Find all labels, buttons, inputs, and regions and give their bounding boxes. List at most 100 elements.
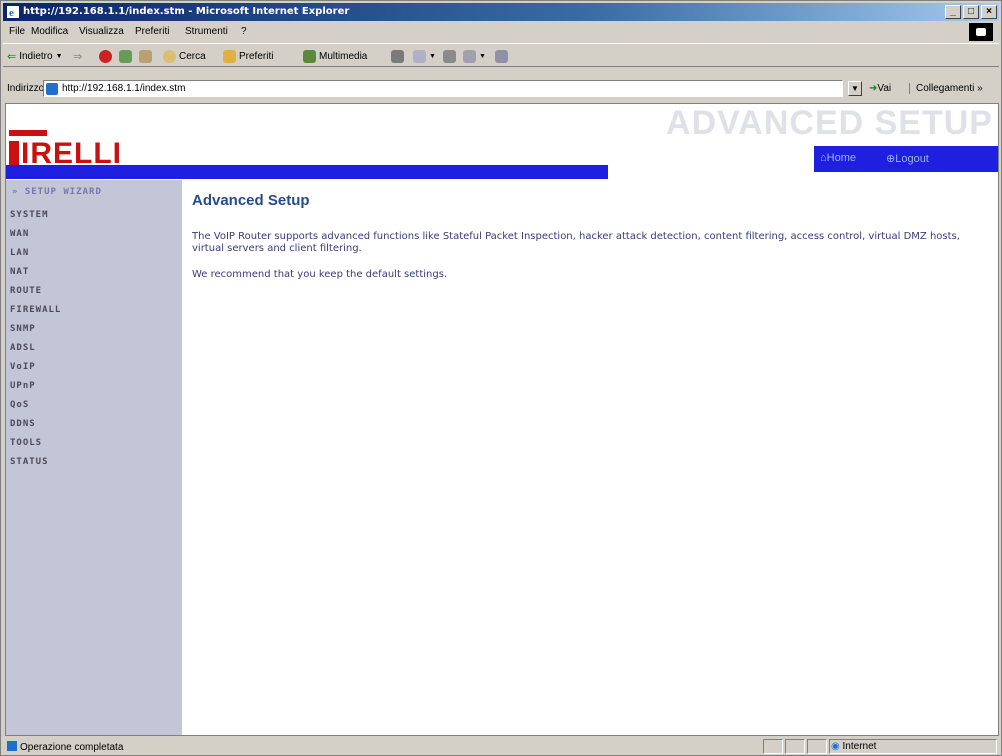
- menu-modifica[interactable]: Modifica: [31, 26, 68, 37]
- chevron-down-icon: ▼: [479, 53, 486, 60]
- mail-button[interactable]: ▼: [413, 49, 436, 64]
- internet-explorer-icon: e: [7, 6, 19, 19]
- sidebar-item-wan[interactable]: WAN: [10, 229, 29, 239]
- address-label: Indirizzo: [7, 83, 45, 94]
- address-value: http://192.168.1.1/index.stm: [62, 83, 186, 94]
- menu-visualizza[interactable]: Visualizza: [79, 26, 124, 37]
- logo-p-stem: [9, 141, 19, 165]
- security-zone: ◉ Internet: [831, 741, 876, 752]
- discuss-button[interactable]: [495, 49, 508, 64]
- history-icon: [391, 50, 404, 63]
- sidebar-item-adsl[interactable]: ADSL: [10, 343, 36, 353]
- sidebar-item-tools[interactable]: TOOLS: [10, 438, 42, 448]
- main-content: Advanced Setup The VoIP Router supports …: [192, 192, 992, 295]
- address-dropdown-button[interactable]: ▼: [848, 81, 862, 96]
- page-title: Advanced Setup: [192, 192, 310, 209]
- edit-button[interactable]: ▼: [463, 49, 486, 64]
- forward-button[interactable]: ⇒: [73, 49, 82, 64]
- logout-link[interactable]: ⊕Logout: [886, 152, 929, 165]
- status-bar: Operazione completata ◉ Internet: [3, 738, 999, 755]
- menu-bar: File Modifica Visualizza Preferiti Strum…: [3, 23, 999, 41]
- minimize-button[interactable]: _: [945, 5, 961, 19]
- sidebar-item-setup-wizard[interactable]: » SETUP WIZARD: [12, 187, 102, 197]
- home-button[interactable]: [139, 49, 152, 64]
- go-label: Vai: [877, 83, 892, 94]
- back-arrow-icon: ⇐: [7, 51, 17, 63]
- search-label: Cerca: [179, 51, 206, 62]
- search-button[interactable]: Cerca: [163, 49, 206, 64]
- refresh-button[interactable]: [119, 49, 132, 64]
- maximize-button[interactable]: □: [963, 5, 979, 19]
- address-input[interactable]: http://192.168.1.1/index.stm: [43, 80, 843, 97]
- toolbar: ⇐ Indietro ▼ ⇒ Cerca Preferiti Multimedi…: [3, 43, 999, 67]
- web-page: IRELLI ADVANCED SETUP ⌂Home ⊕Logout » SE…: [5, 103, 999, 736]
- sidebar-item-voip[interactable]: VoIP: [10, 362, 36, 372]
- refresh-icon: [119, 50, 132, 63]
- sidebar-item-route[interactable]: ROUTE: [10, 286, 42, 296]
- menu-preferiti[interactable]: Preferiti: [135, 26, 169, 37]
- close-button[interactable]: ×: [981, 5, 997, 19]
- menu-strumenti[interactable]: Strumenti: [185, 26, 228, 37]
- favorites-icon: [223, 50, 236, 63]
- home-label: Home: [826, 152, 856, 164]
- mail-icon: [413, 50, 426, 63]
- status-text: Operazione completata: [7, 741, 123, 753]
- chevron-down-icon: ▼: [429, 53, 436, 60]
- browser-window: e http://192.168.1.1/index.stm - Microso…: [0, 0, 1002, 756]
- print-icon: [443, 50, 456, 63]
- menu-help[interactable]: ?: [241, 26, 247, 37]
- history-button[interactable]: [391, 49, 404, 64]
- zone-label: Internet: [842, 741, 877, 752]
- sidebar-item-firewall[interactable]: FIREWALL: [10, 305, 61, 315]
- favorites-label: Preferiti: [239, 51, 274, 62]
- home-icon: [139, 50, 152, 63]
- discuss-icon: [495, 50, 508, 63]
- media-button[interactable]: Multimedia: [303, 49, 367, 64]
- sidebar-item-nat[interactable]: NAT: [10, 267, 29, 277]
- status-cell: [807, 739, 827, 754]
- sidebar-item-lan[interactable]: LAN: [10, 248, 29, 258]
- page-icon: [46, 83, 58, 95]
- windows-logo-icon: [969, 23, 993, 41]
- sidebar-item-snmp[interactable]: SNMP: [10, 324, 36, 334]
- status-cell: [785, 739, 805, 754]
- banner-title: ADVANCED SETUP: [666, 104, 993, 142]
- status-label: Operazione completata: [20, 742, 124, 753]
- page-done-icon: [7, 741, 17, 751]
- address-bar: Indirizzo http://192.168.1.1/index.stm ▼…: [3, 79, 999, 99]
- window-title: http://192.168.1.1/index.stm - Microsoft…: [23, 6, 350, 17]
- description-text: The VoIP Router supports advanced functi…: [192, 231, 960, 254]
- stop-icon: [99, 50, 112, 63]
- menu-file[interactable]: File: [9, 26, 25, 37]
- stop-button[interactable]: [99, 49, 112, 64]
- chevron-down-icon: ▼: [55, 53, 63, 60]
- sidebar: » SETUP WIZARD SYSTEM WAN LAN NAT ROUTE …: [6, 180, 182, 735]
- media-label: Multimedia: [319, 51, 368, 62]
- forward-arrow-icon: ⇒: [73, 51, 83, 63]
- edit-icon: [463, 50, 476, 63]
- window-controls: _ □ ×: [945, 5, 997, 19]
- print-button[interactable]: [443, 49, 456, 64]
- sidebar-item-ddns[interactable]: DDNS: [10, 419, 36, 429]
- sidebar-item-system[interactable]: SYSTEM: [10, 210, 49, 220]
- status-cell: [763, 739, 783, 754]
- home-icon: ⌂: [820, 152, 827, 164]
- header-divider: [6, 165, 608, 179]
- back-button[interactable]: ⇐ Indietro ▼: [7, 49, 63, 64]
- top-navigation: ⌂Home ⊕Logout: [814, 146, 998, 172]
- go-button[interactable]: ➜Vai: [869, 83, 891, 94]
- search-icon: [163, 50, 176, 63]
- svg-text:e: e: [9, 7, 14, 19]
- logout-label: Logout: [895, 153, 929, 165]
- sidebar-item-status[interactable]: STATUS: [10, 457, 49, 467]
- back-label: Indietro: [19, 51, 53, 62]
- media-icon: [303, 50, 316, 63]
- title-bar[interactable]: e http://192.168.1.1/index.stm - Microso…: [3, 3, 999, 21]
- sidebar-item-upnp[interactable]: UPnP: [10, 381, 36, 391]
- links-button[interactable]: Collegamenti »: [909, 83, 983, 94]
- home-link[interactable]: ⌂Home: [820, 152, 856, 164]
- logo-p-bar: [9, 130, 47, 136]
- sidebar-item-qos[interactable]: QoS: [10, 400, 29, 410]
- logout-icon: ⊕: [886, 153, 896, 165]
- favorites-button[interactable]: Preferiti: [223, 49, 273, 64]
